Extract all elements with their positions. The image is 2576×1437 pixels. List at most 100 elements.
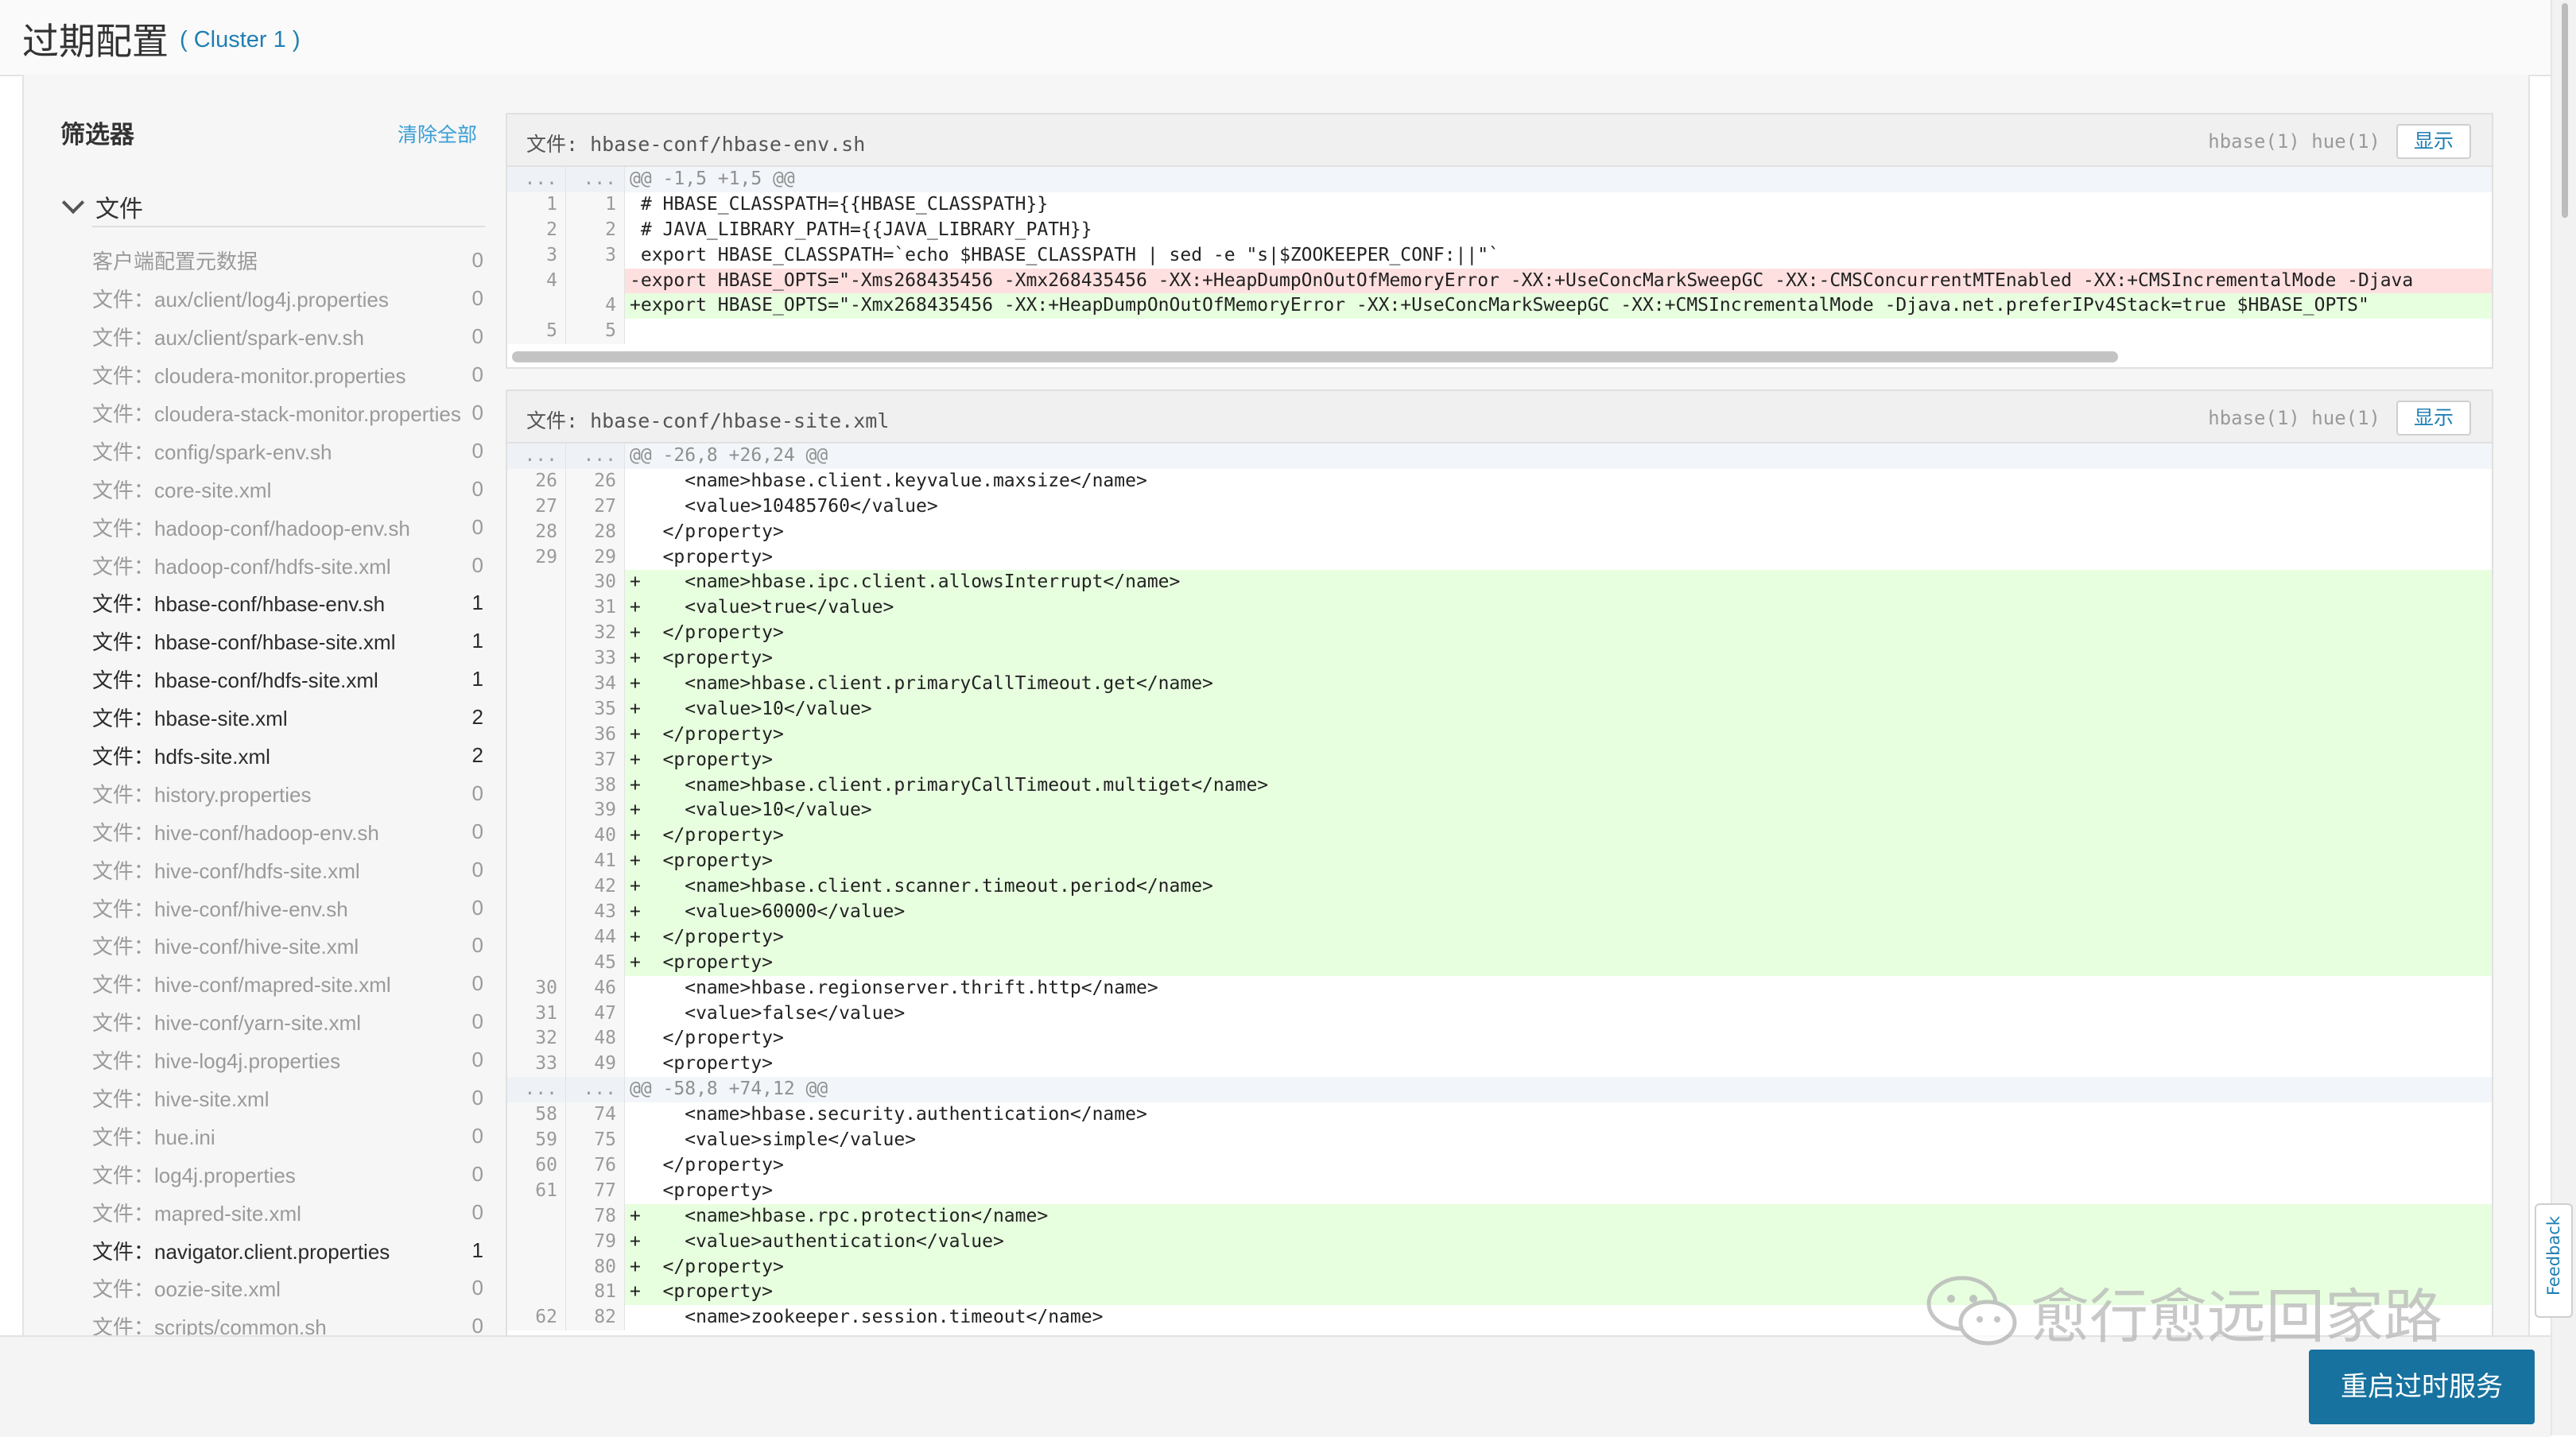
- chevron-down-icon: [61, 191, 85, 215]
- diff-line: 32 + </property>: [507, 621, 2492, 647]
- file-filter-item[interactable]: 文件：hdfs-site.xml 2: [92, 737, 485, 775]
- old-line-number: [507, 293, 566, 320]
- file-filter-item[interactable]: 文件：config/spark-env.sh 0: [92, 432, 485, 470]
- file-filter-item[interactable]: 文件：hive-conf/hive-site.xml 0: [92, 927, 485, 965]
- panel-header: 文件: hbase-conf/hbase-env.sh hbase(1) hue…: [507, 114, 2492, 167]
- diff-line: 4 -export HBASE_OPTS="-Xms268435456 -Xmx2…: [507, 268, 2492, 294]
- diff-code: + <name>hbase.ipc.client.allowsInterrupt…: [625, 570, 2492, 596]
- show-button[interactable]: 显示: [2396, 124, 2471, 159]
- file-filter-item[interactable]: 文件：aux/client/log4j.properties 0: [92, 280, 485, 318]
- file-filter-item[interactable]: 文件：scripts/common.sh 0: [92, 1307, 485, 1335]
- file-filter-count: 0: [471, 286, 483, 311]
- old-line-number: [507, 900, 566, 925]
- file-filter-item[interactable]: 文件：hue.ini 0: [92, 1117, 485, 1155]
- file-filter-label: 文件：core-site.xml: [92, 478, 272, 502]
- diff-code: <value>10485760</value>: [630, 495, 938, 517]
- old-line-number: [507, 595, 566, 622]
- old-line-number: 27: [507, 494, 566, 520]
- file-filter-item[interactable]: 文件：aux/client/spark-env.sh 0: [92, 318, 485, 356]
- file-filter-item[interactable]: 文件：hadoop-conf/hdfs-site.xml 0: [92, 546, 485, 584]
- file-filter-label: 文件：config/spark-env.sh: [92, 440, 332, 464]
- old-line-number: 58: [507, 1102, 566, 1129]
- file-filter-item[interactable]: 文件：history.properties 0: [92, 774, 485, 812]
- diff-code: + </property>: [625, 621, 2492, 647]
- file-filter-count: 0: [471, 1314, 483, 1335]
- new-line-number: 34: [566, 672, 625, 697]
- file-filter-label: 文件：hive-log4j.properties: [92, 1049, 341, 1074]
- diff-code: @@ -1,5 +1,5 @@: [625, 167, 2492, 192]
- diff-code: + </property>: [625, 823, 2492, 850]
- file-filter-item[interactable]: 客户端配置元数据 0: [92, 242, 485, 280]
- new-line-number: 33: [566, 646, 625, 672]
- cluster-link[interactable]: ( Cluster 1 ): [180, 27, 300, 53]
- watermark: 愈行愈远回家路: [1924, 1272, 2442, 1351]
- diff-line: 44 + </property>: [507, 924, 2492, 951]
- file-filter-item[interactable]: 文件：core-site.xml 0: [92, 470, 485, 508]
- file-filter-count: 1: [471, 629, 483, 653]
- old-line-number: 60: [507, 1152, 566, 1179]
- file-filter-count: 0: [471, 1009, 483, 1034]
- file-filter-count: 0: [471, 895, 483, 920]
- diff-code: @@ -58,8 +74,12 @@: [625, 1077, 2492, 1103]
- diff-code: # HBASE_CLASSPATH={{HBASE_CLASSPATH}}: [630, 193, 1049, 215]
- file-filter-item[interactable]: 文件：hive-conf/hdfs-site.xml 0: [92, 850, 485, 889]
- diff-line: 78 + <name>hbase.rpc.protection</name>: [507, 1203, 2492, 1230]
- diff-line: 59 75 <value>simple</value>: [507, 1128, 2492, 1153]
- file-filter-item[interactable]: 文件：hbase-conf/hbase-env.sh 1: [92, 584, 485, 622]
- old-line-number: [507, 874, 566, 901]
- file-filter-item[interactable]: 文件：hive-conf/mapred-site.xml 0: [92, 965, 485, 1003]
- file-filter-item[interactable]: 文件：navigator.client.properties 1: [92, 1231, 485, 1269]
- diff-line: 26 26 <name>hbase.client.keyvalue.maxsize…: [507, 468, 2492, 494]
- new-line-number: 74: [566, 1102, 625, 1129]
- new-line-number: 77: [566, 1178, 625, 1204]
- diff-code: + <value>60000</value>: [625, 900, 2492, 925]
- old-line-number: 61: [507, 1178, 566, 1204]
- clear-all-link[interactable]: 清除全部: [398, 119, 477, 148]
- file-filter-label: 客户端配置元数据: [92, 250, 258, 274]
- file-filter-item[interactable]: 文件：hive-conf/yarn-site.xml 0: [92, 1003, 485, 1041]
- diff-line: ...... @@ -1,5 +1,5 @@: [507, 167, 2492, 192]
- diff-line: 27 27 <value>10485760</value>: [507, 494, 2492, 520]
- show-button[interactable]: 显示: [2396, 401, 2471, 436]
- file-filter-count: 0: [471, 514, 483, 539]
- file-filter-label: 文件：scripts/common.sh: [92, 1315, 327, 1335]
- file-filter-item[interactable]: 文件：mapred-site.xml 0: [92, 1193, 485, 1231]
- file-filter-item[interactable]: 文件：hadoop-conf/hadoop-env.sh 0: [92, 508, 485, 546]
- file-filter-item[interactable]: 文件：hive-log4j.properties 0: [92, 1041, 485, 1079]
- restart-stale-services-button[interactable]: 重启过时服务: [2309, 1350, 2535, 1424]
- old-line-number: 4: [507, 268, 566, 294]
- diff-body: ...... @@ -26,8 +26,24 @@ 26 26 <name>hbase…: [507, 443, 2492, 1331]
- new-line-number: 46: [566, 975, 625, 1001]
- old-line-number: 1: [507, 192, 566, 218]
- file-filter-item[interactable]: 文件：hbase-conf/hbase-site.xml 1: [92, 622, 485, 660]
- diff-line: 55: [507, 319, 2492, 345]
- file-filter-label: 文件：navigator.client.properties: [92, 1239, 390, 1264]
- diff-line: 29 29 <property>: [507, 544, 2492, 571]
- file-filter-item[interactable]: 文件：oozie-site.xml 0: [92, 1269, 485, 1307]
- panel-services: hbase(1) hue(1): [2208, 130, 2380, 153]
- file-filter-item[interactable]: 文件：hive-conf/hadoop-env.sh 0: [92, 812, 485, 850]
- file-filter-item[interactable]: 文件：cloudera-monitor.properties 0: [92, 356, 485, 394]
- file-filter-item[interactable]: 文件：hbase-site.xml 2: [92, 699, 485, 737]
- file-filter-item[interactable]: 文件：hive-site.xml 0: [92, 1079, 485, 1117]
- old-line-number: [507, 950, 566, 976]
- horizontal-scrollbar[interactable]: [512, 351, 2118, 362]
- page-scrollbar-thumb[interactable]: [2562, 3, 2568, 218]
- diff-code: + <property>: [625, 950, 2492, 976]
- file-filter-item[interactable]: 文件：cloudera-stack-monitor.properties 0: [92, 394, 485, 432]
- diff-line: 28 28 </property>: [507, 519, 2492, 545]
- old-line-number: [507, 823, 566, 850]
- file-filter-count: 0: [471, 1276, 483, 1300]
- new-line-number: 35: [566, 696, 625, 722]
- new-line-number: 76: [566, 1152, 625, 1179]
- file-filter-item[interactable]: 文件：hive-conf/hive-env.sh 0: [92, 889, 485, 927]
- feedback-tab[interactable]: Feedback: [2535, 1203, 2573, 1318]
- new-line-number: 29: [566, 544, 625, 571]
- file-section-toggle[interactable]: 文件: [60, 189, 143, 224]
- file-filter-item[interactable]: 文件：log4j.properties 0: [92, 1155, 485, 1193]
- old-line-number: [507, 849, 566, 875]
- watermark-text: 愈行愈远回家路: [2031, 1282, 2442, 1351]
- diff-code: + <name>hbase.client.primaryCallTimeout.…: [625, 672, 2492, 697]
- old-line-number: [507, 722, 566, 748]
- file-filter-item[interactable]: 文件：hbase-conf/hdfs-site.xml 1: [92, 660, 485, 699]
